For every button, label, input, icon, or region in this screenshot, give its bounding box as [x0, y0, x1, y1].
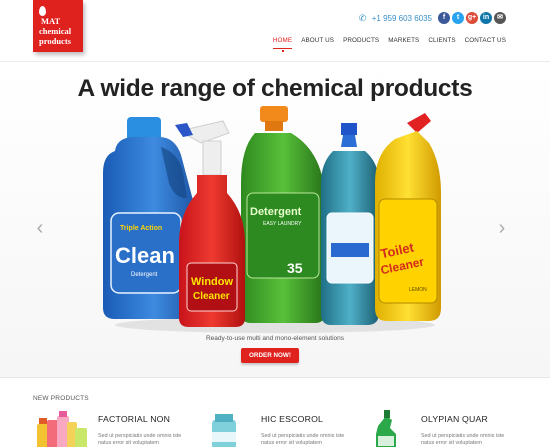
nav-about-us[interactable]: ABOUT US [301, 37, 334, 49]
main-nav: HOME ABOUT US PRODUCTS MARKETS CLIENTS C… [264, 37, 506, 52]
product-image[interactable] [35, 410, 90, 447]
product-card[interactable]: HIC ESCOROL Sed ut perspiciatis unde omn… [198, 408, 348, 447]
nav-home[interactable]: HOME [272, 37, 293, 52]
section-title: NEW PRODUCTS [33, 395, 89, 402]
hero-caption: Ready-to-use multi and mono-element solu… [205, 335, 344, 342]
linkedin-icon[interactable]: in [480, 12, 492, 24]
bottle-label-text: Detergent [131, 272, 158, 278]
bottle-label-text: 35 [287, 260, 303, 276]
slider-prev-icon[interactable]: ‹ [33, 216, 47, 240]
hero-slider: A wide range of chemical products ‹ › Tr… [0, 63, 550, 377]
nav-markets[interactable]: MARKETS [388, 37, 419, 49]
hero-title: A wide range of chemical products [77, 75, 473, 102]
bottle-label-text: LEMON [409, 287, 427, 293]
product-name[interactable]: HIC ESCOROL [261, 414, 323, 424]
order-now-button[interactable]: ORDER NOW! [241, 348, 299, 363]
hero-product-image: Triple Action Clean Detergent Detergent … [103, 106, 441, 333]
logo[interactable]: MAT chemical products [33, 0, 83, 52]
bottle-label-text: Clean [115, 243, 175, 268]
bottle-label-text: Detergent [250, 206, 302, 218]
bottle-label-text: Cleaner [193, 291, 230, 302]
nav-clients[interactable]: CLIENTS [428, 37, 455, 49]
bottle-label-text: EASY LAUNDRY [263, 221, 302, 227]
product-desc: Sed ut perspiciatis unde omnis iste natu… [98, 433, 182, 446]
contact-bar: ✆ +1 959 603 6035 f t g+ in ✉ [359, 11, 506, 25]
bottle-label-text: Triple Action [120, 225, 162, 232]
product-card[interactable]: FACTORIAL NON Sed ut perspiciatis unde o… [35, 408, 185, 447]
phone-icon: ✆ [358, 13, 367, 23]
product-image[interactable] [358, 410, 413, 447]
google-plus-icon[interactable]: g+ [466, 12, 478, 24]
product-desc: Sed ut perspiciatis unde omnis iste natu… [261, 433, 345, 446]
logo-line-3: products [39, 36, 71, 46]
twitter-icon[interactable]: t [452, 12, 464, 24]
site-header: MAT chemical products ✆ +1 959 603 6035 … [0, 0, 550, 62]
new-products-section: NEW PRODUCTS FACTORIAL NON Sed ut perspi… [0, 377, 550, 447]
product-name[interactable]: FACTORIAL NON [98, 414, 170, 424]
nav-contact-us[interactable]: CONTACT US [465, 37, 506, 49]
mail-icon[interactable]: ✉ [494, 12, 506, 24]
product-image[interactable] [198, 410, 253, 447]
facebook-icon[interactable]: f [438, 12, 450, 24]
logo-line-1: MAT [41, 16, 61, 26]
bottle-label-text: Window [191, 276, 233, 288]
product-card[interactable]: OLYPIAN QUAR Sed ut perspiciatis unde om… [358, 408, 508, 447]
phone-number[interactable]: +1 959 603 6035 [372, 14, 432, 23]
logo-line-2: chemical [39, 26, 72, 36]
nav-products[interactable]: PRODUCTS [343, 37, 379, 49]
drop-icon [39, 6, 46, 16]
slider-next-icon[interactable]: › [495, 216, 509, 240]
product-name[interactable]: OLYPIAN QUAR [421, 414, 488, 424]
product-desc: Sed ut perspiciatis unde omnis iste natu… [421, 433, 505, 446]
